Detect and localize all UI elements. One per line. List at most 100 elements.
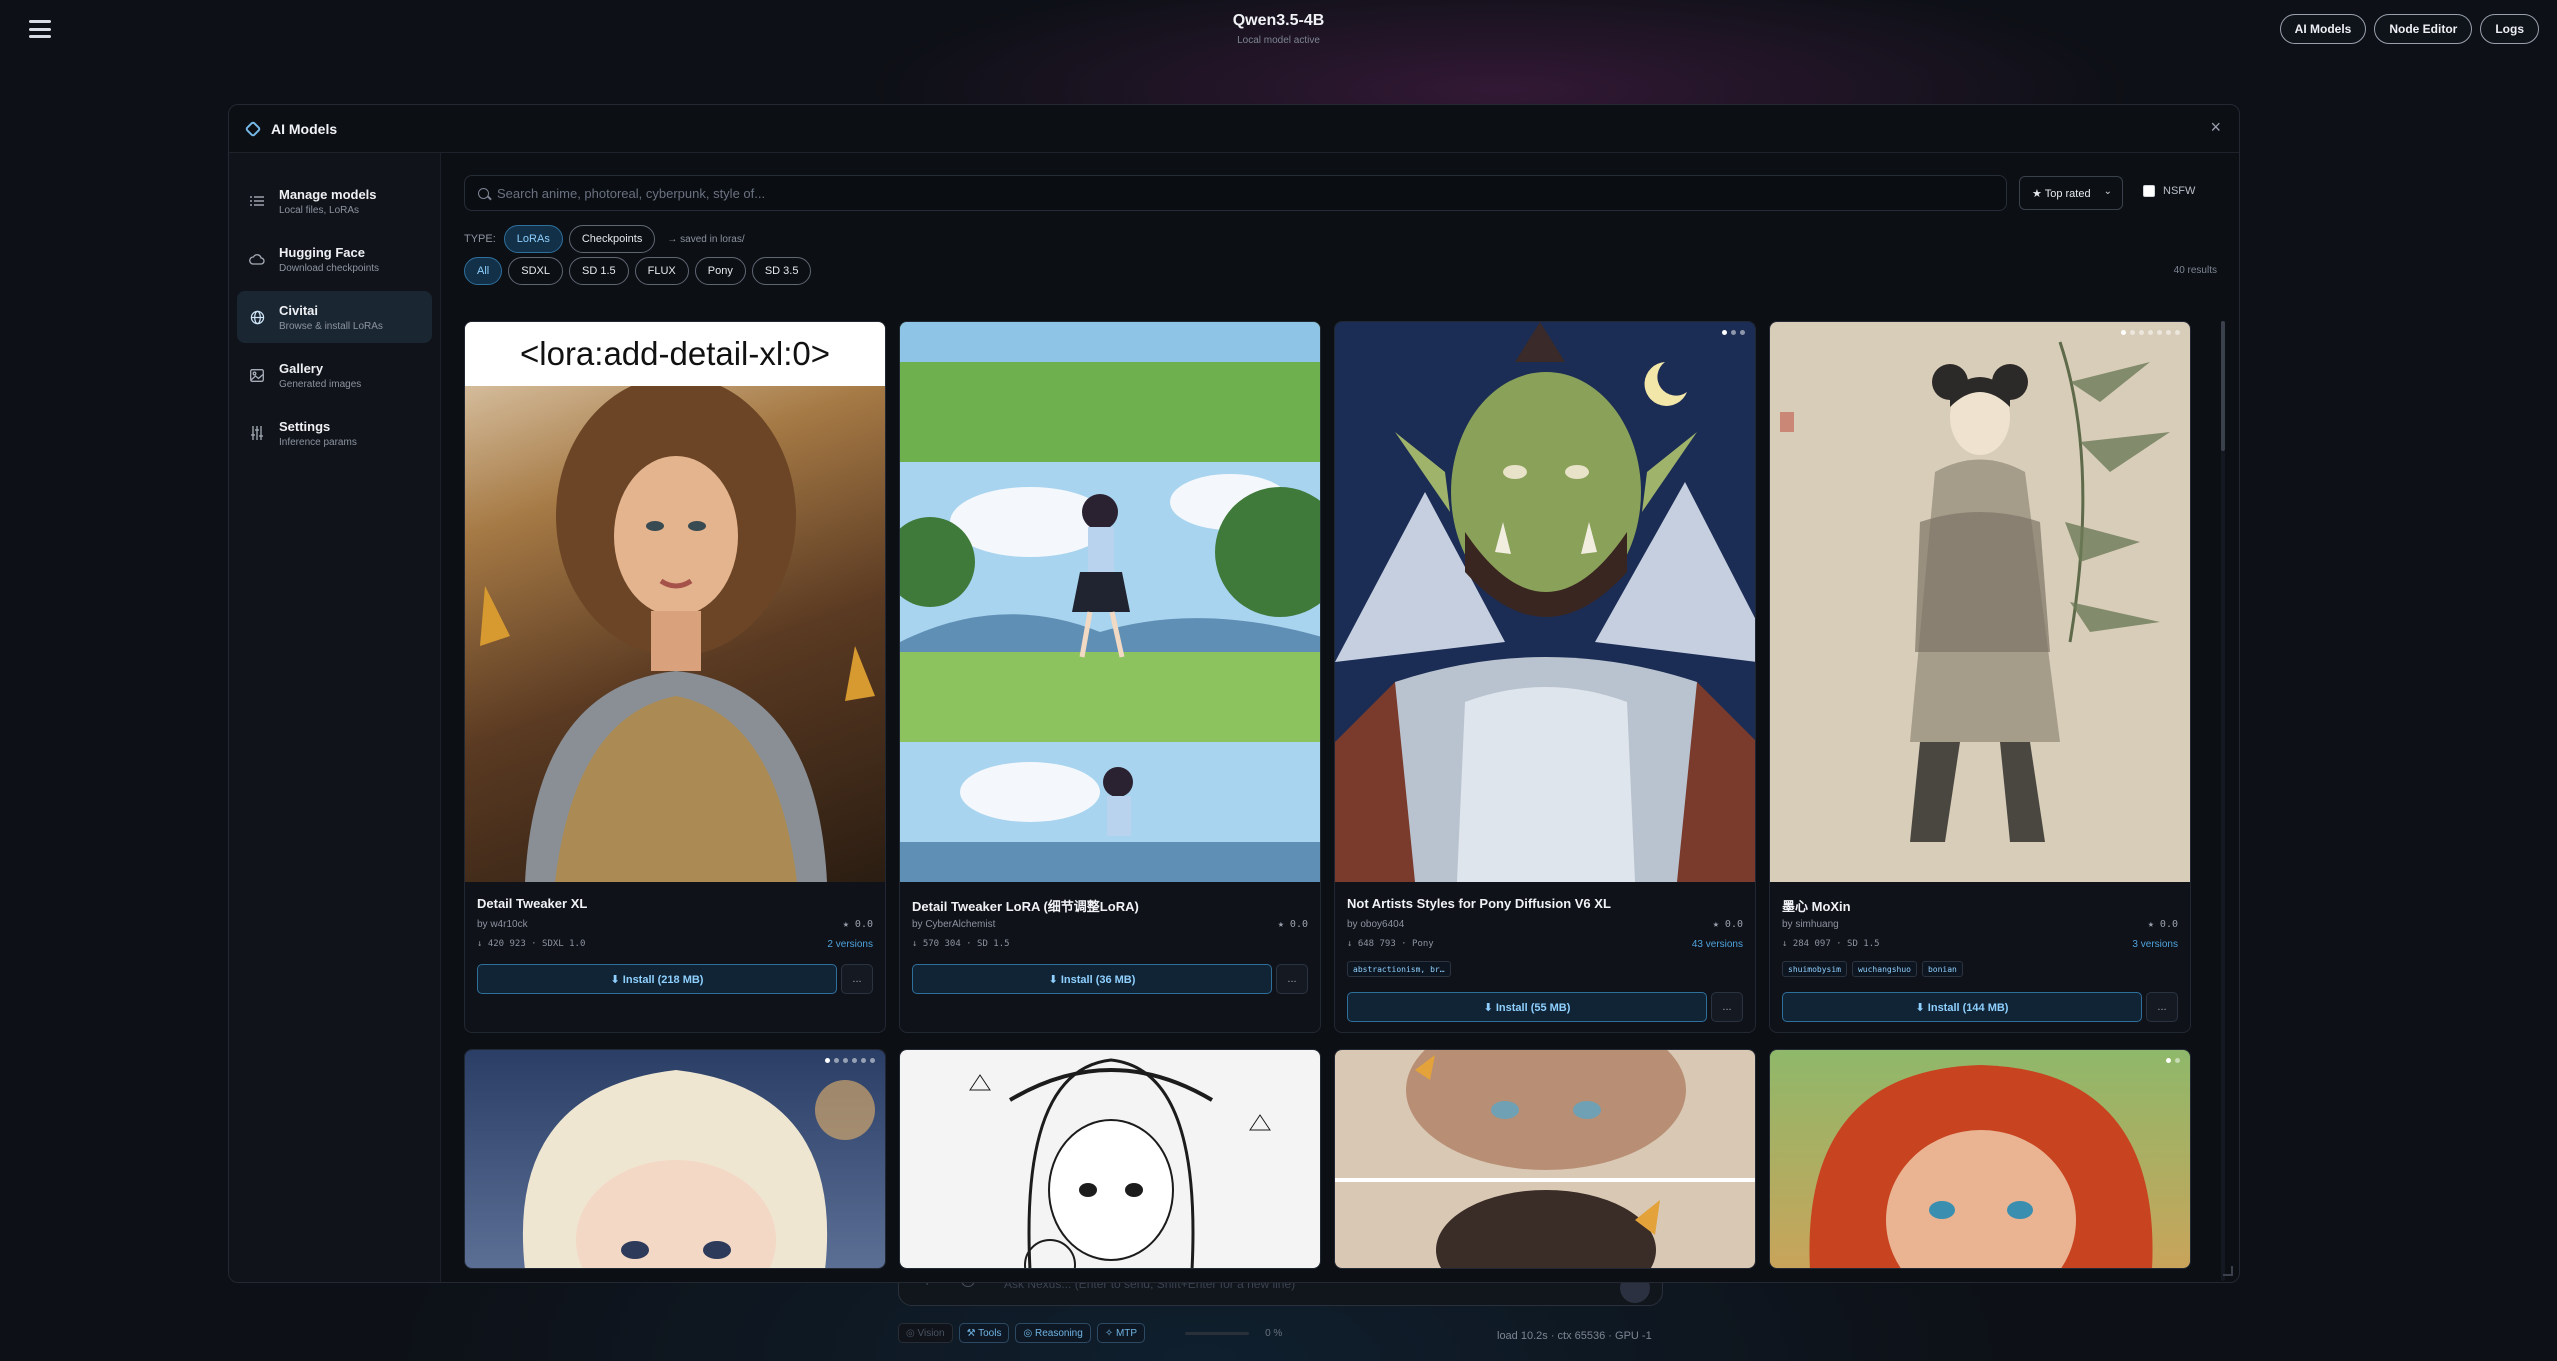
sidebar-item-manage-models[interactable]: Manage models Local files, LoRAs [237,175,432,227]
model-tag[interactable]: wuchangshuo [1851,961,1917,977]
base-model-filter: All SDXL SD 1.5 FLUX Pony SD 3.5 [464,257,812,285]
status-line: load 10.2s · ctx 65536 · GPU -1 [1497,1330,1652,1342]
globe-icon [249,309,265,325]
model-tags: abstractionism, br… [1347,961,1451,977]
node-editor-button[interactable]: Node Editor [2374,14,2473,44]
model-card[interactable]: Detail Tweaker LoRA (细节调整LoRA) by CyberA… [899,321,1321,1033]
cube-icon [244,120,262,137]
model-tag[interactable]: abstractionism, br… [1347,961,1451,977]
model-versions[interactable]: 3 versions [2132,939,2178,950]
logs-button[interactable]: Logs [2480,14,2539,44]
model-preview-image[interactable] [1770,1050,2190,1268]
carousel-dots[interactable] [825,1058,875,1063]
search-input[interactable] [497,176,1987,210]
model-preview-image[interactable] [1770,322,2190,882]
install-button[interactable]: ⬇ Install (36 MB) [912,964,1272,994]
civitai-browser: ★ Top rated ⌄ NSFW TYPE: LoRAs Checkpoin… [442,153,2239,1282]
app-subtitle: Local model active [1237,35,1320,46]
model-card[interactable]: <lora:add-detail-xl:0> Detail Tweaker XL… [464,321,886,1033]
install-button[interactable]: ⬇ Install (55 MB) [1347,992,1707,1022]
sidebar-item-hugging-face[interactable]: Hugging Face Download checkpoints [237,233,432,285]
sidebar-item-sub: Local files, LoRAs [279,204,360,216]
type-pill-checkpoints[interactable]: Checkpoints [568,225,656,253]
nsfw-label: NSFW [2163,185,2196,197]
app-title-block: Qwen3.5-4B Local model active [0,12,2557,46]
sidebar-item-label: Civitai [279,302,319,318]
sidebar-item-civitai[interactable]: Civitai Browse & install LoRAs [237,291,432,343]
install-button[interactable]: ⬇ Install (218 MB) [477,964,837,994]
model-stats: ↓ 570 304 · SD 1.5 [912,939,1010,949]
nsfw-toggle[interactable]: NSFW [2143,185,2195,197]
model-rating: ★ 0.0 [1712,919,1743,930]
model-name[interactable]: Detail Tweaker LoRA (细节调整LoRA) [912,896,1139,915]
install-button[interactable]: ⬇ Install (144 MB) [1782,992,2142,1022]
more-button[interactable]: ... [2146,992,2178,1022]
sort-select[interactable]: ★ Top rated ⌄ [2019,176,2123,210]
nsfw-checkbox[interactable] [2143,185,2155,197]
model-preview-image[interactable] [900,322,1320,882]
ai-models-button[interactable]: AI Models [2279,14,2367,44]
base-pill-sd15[interactable]: SD 1.5 [568,257,629,285]
slider-value: 0 % [1265,1327,1283,1339]
temperature-slider[interactable] [1185,1331,1250,1335]
grid-scrollbar[interactable] [2221,321,2225,1281]
carousel-dots[interactable] [2166,1058,2180,1063]
model-tags: shuimobysim wuchangshuo bonian [1782,961,1963,977]
ink-painting-illustration [1780,341,2170,842]
model-preview-image[interactable] [465,1050,885,1268]
sidebar-item-label: Gallery [279,360,324,376]
model-author[interactable]: by oboy6404 [1347,919,1404,930]
model-card[interactable] [464,1049,886,1269]
base-pill-flux[interactable]: FLUX [634,257,689,285]
lineart-girl-illustration [969,1058,1271,1268]
resize-handle[interactable] [2223,1266,2233,1276]
model-author[interactable]: by simhuang [1782,919,1839,930]
close-button[interactable]: × [2210,117,2221,138]
mtp-toggle[interactable]: ✧ MTP [1096,1323,1146,1343]
sidebar-item-label: Manage models [279,186,377,202]
modal-header: AI Models × [229,105,2239,153]
carousel-dots[interactable] [1722,330,1745,335]
more-button[interactable]: ... [1711,992,1743,1022]
tools-toggle[interactable]: ⚒ Tools [958,1323,1010,1343]
sliders-icon [249,425,265,441]
more-button[interactable]: ... [1276,964,1308,994]
butterfly-portrait-illustration [1335,1050,1755,1268]
scrollbar-thumb[interactable] [2221,321,2225,451]
anime-walk-illustration [900,322,1320,882]
base-pill-sdxl[interactable]: SDXL [508,257,563,285]
model-name[interactable]: Detail Tweaker XL [477,896,587,911]
sidebar-item-settings[interactable]: Settings Inference params [237,407,432,459]
model-author[interactable]: by w4r10ck [477,919,528,930]
model-preview-image[interactable]: <lora:add-detail-xl:0> [465,322,885,882]
model-card[interactable] [1769,1049,2191,1269]
model-versions[interactable]: 2 versions [827,939,873,950]
reasoning-toggle[interactable]: ◎ Reasoning [1015,1323,1091,1343]
model-author[interactable]: by CyberAlchemist [912,919,995,930]
search-row: ★ Top rated ⌄ NSFW [464,175,2239,211]
model-preview-image[interactable] [900,1050,1320,1268]
base-pill-pony[interactable]: Pony [694,257,746,285]
search-box [464,175,2007,211]
carousel-dots[interactable] [2121,330,2180,335]
model-tag[interactable]: shuimobysim [1782,961,1847,977]
model-preview-image[interactable] [1335,322,1755,882]
vision-toggle[interactable]: ◎ Vision [898,1323,953,1343]
model-stats: ↓ 648 793 · Pony [1347,939,1434,949]
more-button[interactable]: ... [841,964,873,994]
model-versions[interactable]: 43 versions [1692,939,1743,950]
model-card[interactable]: Not Artists Styles for Pony Diffusion V6… [1334,321,1756,1033]
model-name[interactable]: 墨心 MoXin [1782,896,1851,915]
model-card[interactable] [899,1049,1321,1269]
base-pill-all[interactable]: All [464,257,503,285]
sidebar-item-sub: Download checkpoints [279,262,380,274]
model-card[interactable]: 墨心 MoXin by simhuang ★ 0.0 ↓ 284 097 · S… [1769,321,2191,1033]
model-card[interactable] [1334,1049,1756,1269]
sidebar-item-gallery[interactable]: Gallery Generated images [237,349,432,401]
base-pill-sd35[interactable]: SD 3.5 [751,257,812,285]
preview-caption: <lora:add-detail-xl:0> [465,322,885,386]
model-name[interactable]: Not Artists Styles for Pony Diffusion V6… [1347,896,1611,911]
type-pill-loras[interactable]: LoRAs [503,225,563,253]
model-tag[interactable]: bonian [1921,961,1963,977]
model-preview-image[interactable] [1335,1050,1755,1268]
